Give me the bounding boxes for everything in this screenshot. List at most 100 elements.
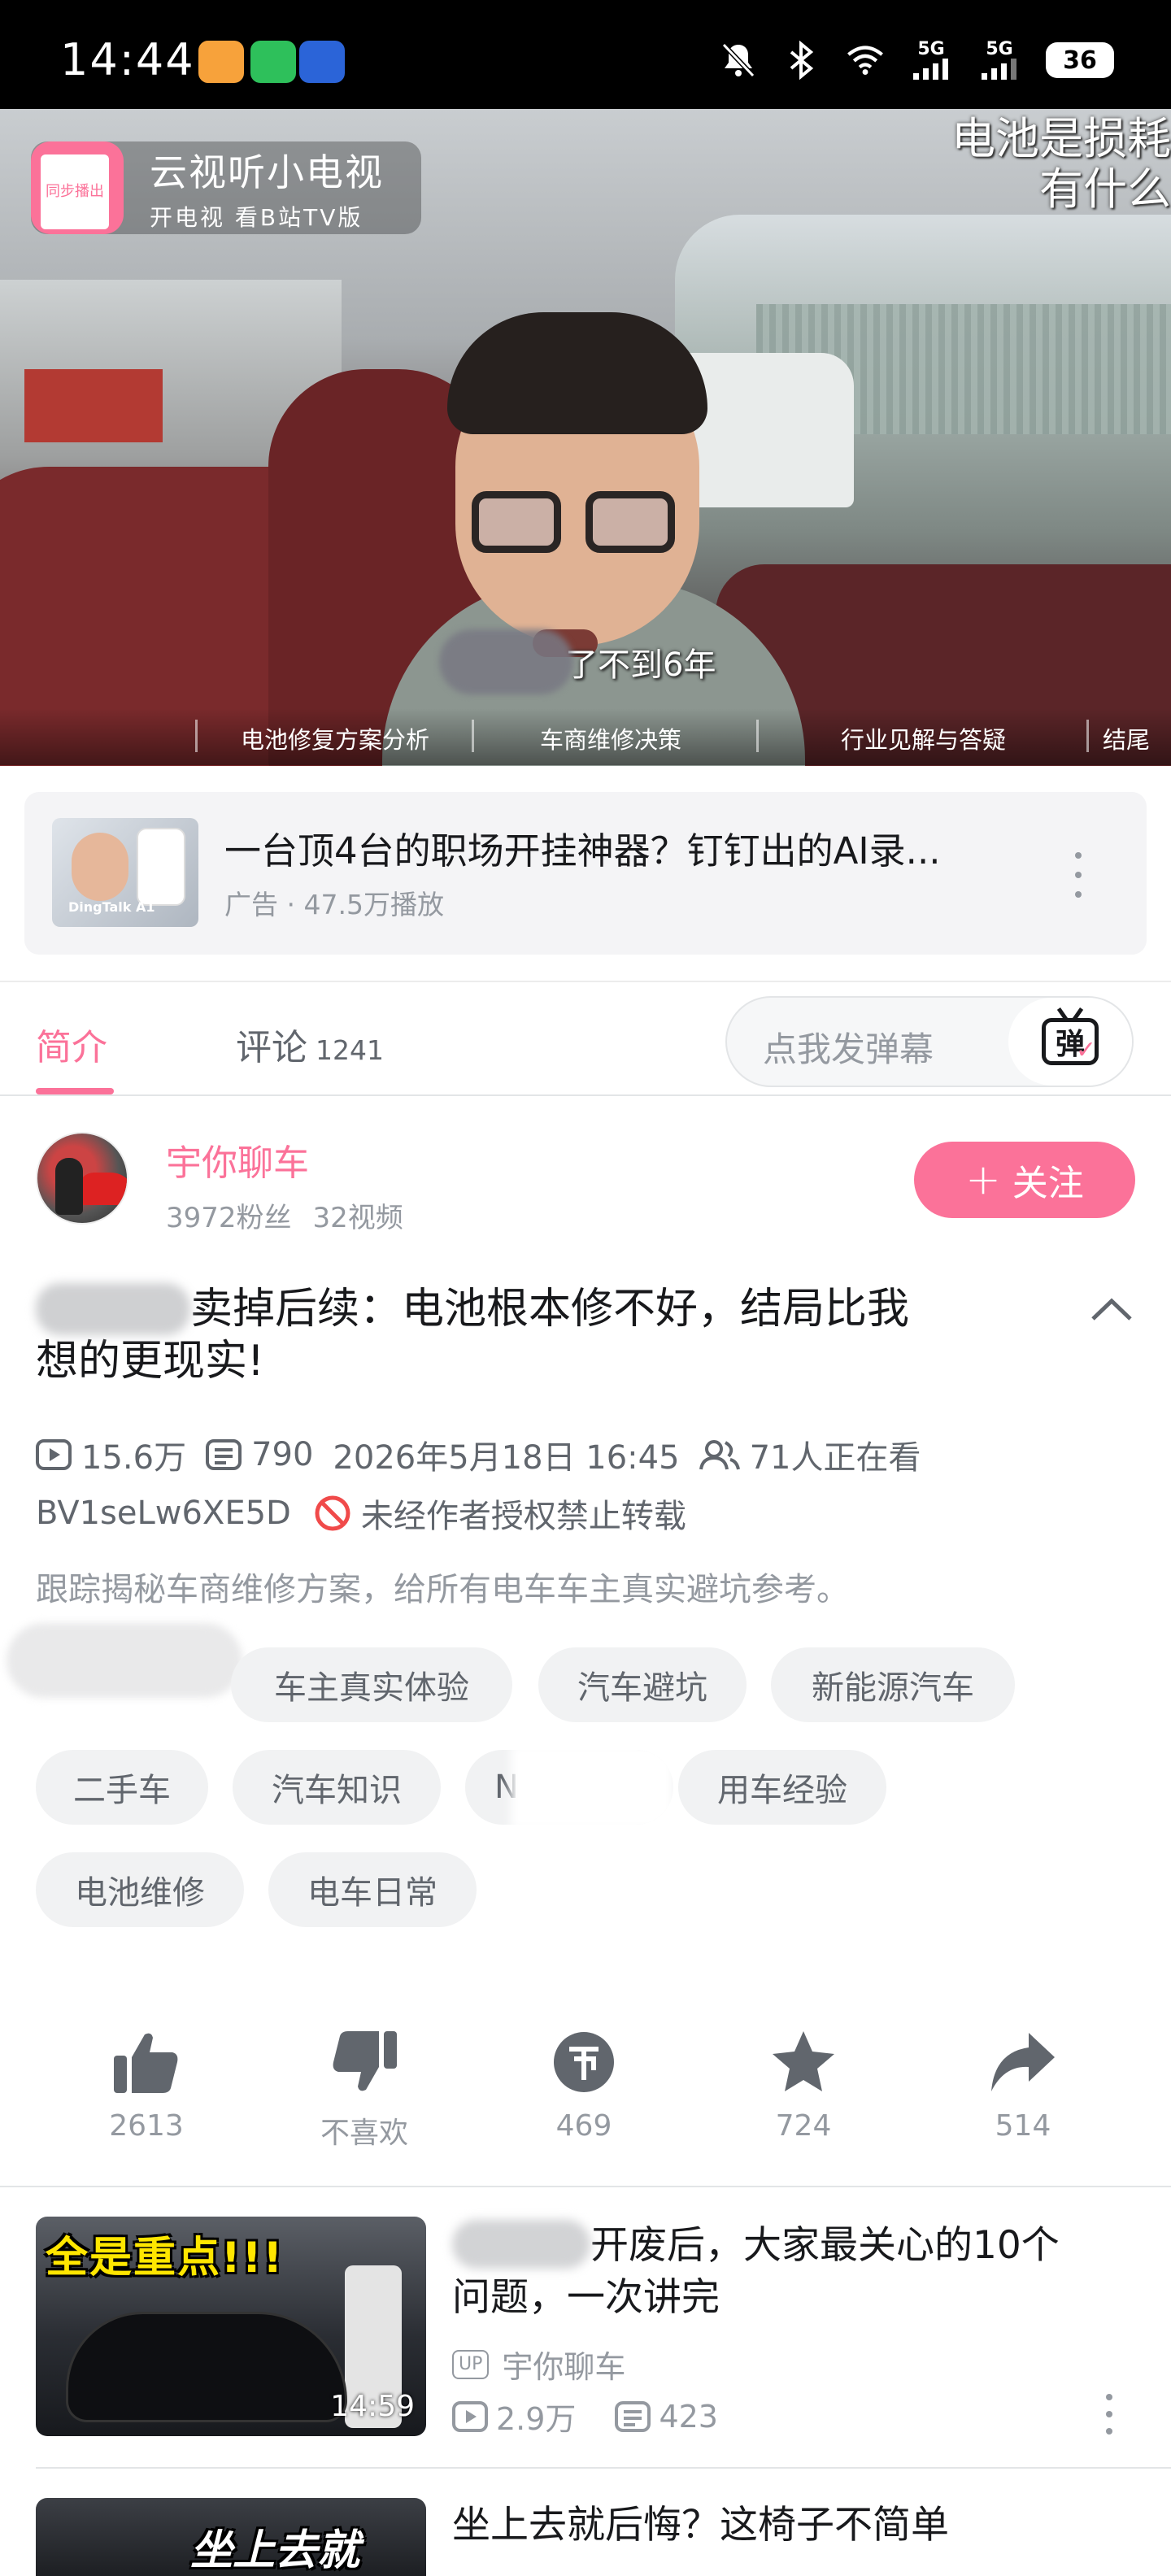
video-caption-bottom: 了不到6年 [439,629,716,694]
related-title-line-1: 坐上去就后悔？这椅子不简单 [452,2503,949,2548]
tag-item[interactable]: 汽车知识 [233,1750,441,1825]
video-stats: 15.6万 790 2026年5月18日 16:45 71人正在看 [36,1431,921,1478]
thumb-car [68,2314,345,2420]
follow-label: 关注 [1012,1163,1084,1204]
watching-count: 71人正在看 [749,1439,921,1477]
ad-thumbnail[interactable]: DingTalk A1 [52,818,198,927]
chapter-item[interactable]: 车商维修决策 [540,721,681,755]
dislike-label: 不喜欢 [320,2117,408,2150]
related-meta: 2.9万 423 [452,2394,718,2439]
like-icon [73,2021,220,2103]
chapter-bar[interactable]: 电池修复方案分析 车商维修决策 行业见解与答疑 结尾 [0,708,1171,765]
related-title[interactable]: 开废后，大家最关心的10个 问题，一次讲完 [452,2220,1119,2324]
chapter-item[interactable]: 电池修复方案分析 [241,721,429,755]
related-thumbnail[interactable]: 坐上去就 [36,2498,426,2576]
tag-item-partially-redacted[interactable]: N [465,1750,673,1825]
tag-redacted[interactable] [7,1623,242,1698]
logo-tag: 同步播出 [41,154,109,229]
tab-comments[interactable]: 评论 1241 [236,1018,384,1070]
video-frame-glasses [472,491,683,556]
more-vertical-icon[interactable] [1073,852,1083,898]
bv-row: BV1seLw6XE5D 未经作者授权禁止转载 [36,1490,686,1537]
ad-thumb-caption: DingTalk A1 [68,899,155,915]
coin-button[interactable]: 469 [511,2021,657,2143]
chapter-separator [1086,720,1089,752]
share-icon [950,2021,1096,2103]
ad-thumb-device [137,828,185,906]
video-duration: 14:59 [330,2390,415,2423]
thumb-headline: 坐上去就 [190,2526,360,2575]
tag-item[interactable]: 用车经验 [678,1750,886,1825]
tab-comments-label: 评论 [236,1027,307,1068]
like-button[interactable]: 2613 [73,2021,220,2143]
title-redacted [452,2220,590,2269]
ad-thumb-face [72,833,128,901]
ad-meta: 广告 · 47.5万播放 [224,889,444,920]
bluetooth-icon [782,41,821,80]
dislike-icon [291,2021,437,2103]
tab-intro[interactable]: 简介 [36,1018,107,1070]
danmaku-input[interactable]: 点我发弹幕 弹 ✓ [725,996,1134,1087]
signal-icon: 5G [909,41,953,80]
video-title-line-2: 想的更现实! [36,1337,264,1386]
avatar-person [55,1158,83,1215]
play-count-icon [452,2400,488,2433]
more-vertical-icon[interactable] [1104,2394,1114,2435]
status-time: 14:44 [60,34,195,85]
tag-item[interactable]: 电车日常 [268,1852,477,1927]
thumb-headline: 全是重点!!! [46,2234,285,2282]
chapter-item[interactable]: 行业见解与答疑 [841,721,1006,755]
avatar[interactable] [36,1132,128,1225]
tag-item[interactable]: 二手车 [36,1750,208,1825]
tag-item[interactable]: 车主真实体验 [231,1647,512,1722]
follow-button[interactable]: + 关注 [914,1142,1135,1218]
related-title[interactable]: 坐上去就后悔？这椅子不简单 [452,2500,1119,2552]
share-count: 514 [995,2109,1051,2143]
like-count: 2613 [109,2109,184,2143]
tag-item[interactable]: 新能源汽车 [771,1647,1015,1722]
bvid[interactable]: BV1seLw6XE5D [36,1495,291,1532]
uploader-videos: 32视频 [312,1202,403,1234]
danmaku-count: 790 [251,1436,314,1473]
logo-title: 云视听小电视 [150,150,384,194]
favorite-icon [730,2021,877,2103]
related-thumbnail[interactable]: 全是重点!!! 14:59 [36,2217,426,2436]
tag-item[interactable]: 汽车避坑 [538,1647,747,1722]
coin-icon [511,2021,657,2103]
danmaku-placeholder: 点我发弹幕 [763,1029,934,1069]
uploader-fans: 3972粉丝 [166,1202,292,1234]
signal-icon-2: 5G [977,41,1021,80]
uploader-name[interactable]: 宇你聊车 [166,1134,309,1186]
chapter-separator [195,720,198,752]
video-caption-top: 电池是损耗 有什么 [927,114,1171,215]
favorite-button[interactable]: 724 [730,2021,877,2143]
favorite-count: 724 [775,2109,832,2143]
related-title-line-1: 开废后，大家最关心的10个 [590,2223,1060,2268]
chapter-separator [756,720,759,752]
chapter-item[interactable]: 结尾 [1103,721,1150,755]
copyright-notice: 未经作者授权禁止转载 [360,1498,686,1535]
up-badge-icon: UP [452,2349,490,2379]
publish-date: 2026年5月18日 16:45 [333,1439,680,1477]
chevron-up-icon[interactable] [1090,1293,1134,1325]
video-title: 卖掉后续：电池根本修不好，结局比我 想的更现实! [36,1283,1060,1387]
share-button[interactable]: 514 [950,2021,1096,2143]
danmaku-count-icon [615,2400,651,2433]
related-danmaku: 423 [659,2398,718,2435]
danmaku-toggle-button[interactable]: 弹 ✓ [1008,998,1132,1086]
bilibili-tv-logo-icon: 同步播出 [31,141,124,234]
video-title-line-1: 卖掉后续：电池根本修不好，结局比我 [190,1285,910,1334]
mute-bell-icon [719,41,758,80]
caption-line-1: 电池是损耗 [951,114,1171,164]
tag-item[interactable]: 电池维修 [36,1852,244,1927]
chapter-separator [472,720,474,752]
tag-redaction [511,1750,673,1825]
video-player[interactable]: 同步播出 云视听小电视 开电视 看B站TV版 电池是损耗 有什么 了不到6年 电… [0,109,1171,766]
no-repost-icon [314,1495,351,1532]
ad-title[interactable]: 一台顶4台的职场开挂神器？钉钉出的AI录... [224,821,1038,874]
plus-icon: + [965,1155,1001,1204]
related-uploader: UP 宇你聊车 [452,2342,625,2387]
wifi-icon [846,41,885,80]
ad-card[interactable]: DingTalk A1 一台顶4台的职场开挂神器？钉钉出的AI录... 广告 ·… [24,792,1147,955]
dislike-button[interactable]: 不喜欢 [291,2021,437,2152]
